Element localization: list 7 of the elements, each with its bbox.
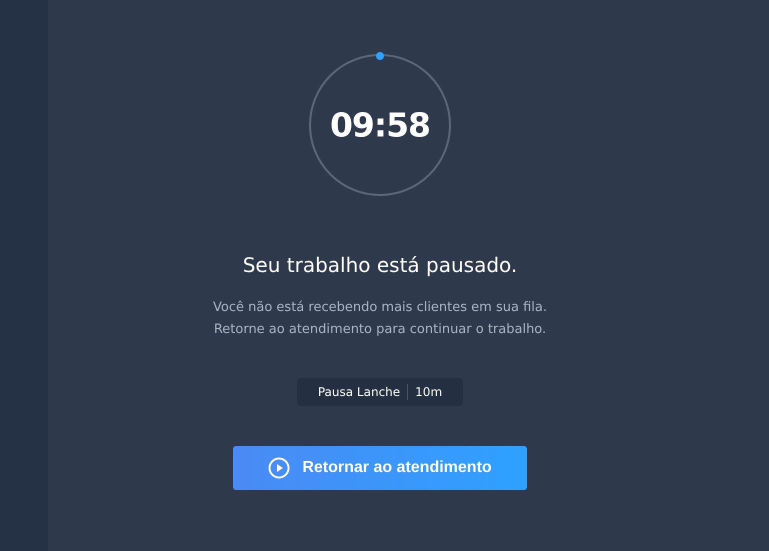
paused-title: Seu trabalho está pausado.: [242, 253, 518, 277]
pause-duration: 10m: [414, 385, 444, 399]
paused-message: Você não está recebendo mais clientes em sua fila. Retorne ao atendimento para continuar o trabalho.: [212, 299, 548, 339]
pause-reason: Pausa Lanche: [316, 385, 402, 399]
resume-button[interactable]: Retornar ao atendimento: [233, 446, 527, 490]
play-icon: [268, 457, 290, 479]
timer-text: 09:58: [328, 106, 432, 144]
